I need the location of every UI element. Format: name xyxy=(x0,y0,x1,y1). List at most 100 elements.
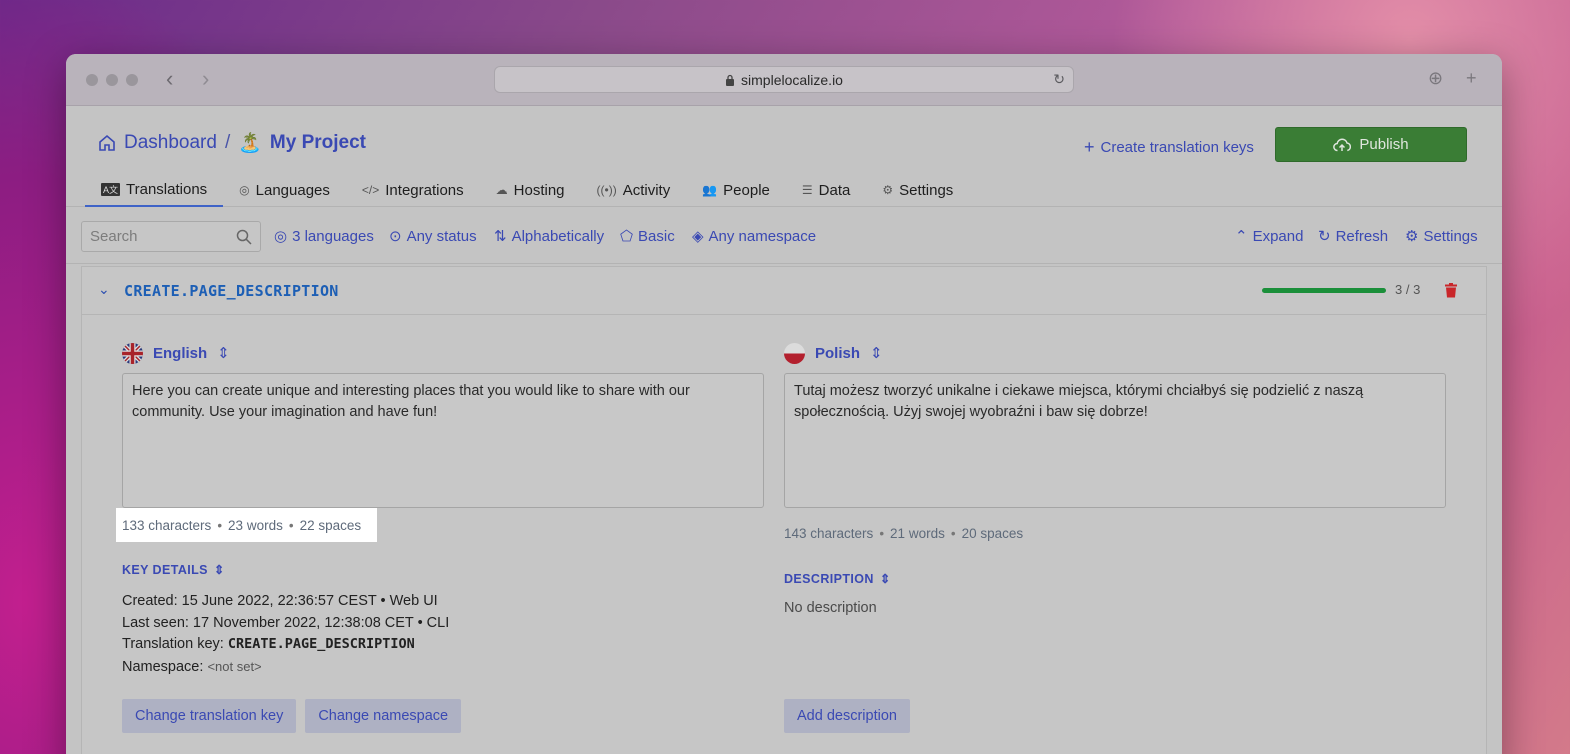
created-source: Web UI xyxy=(389,593,438,609)
tab-integrations[interactable]: </> Integrations xyxy=(346,173,480,207)
refresh-label: Refresh xyxy=(1335,227,1389,245)
translation-key-label: Translation key: xyxy=(122,636,224,652)
dot-separator: • xyxy=(879,525,885,541)
view-settings-button[interactable]: ⚙ Settings xyxy=(1405,227,1478,246)
add-description-button[interactable]: Add description xyxy=(784,699,910,733)
tab-label: Integrations xyxy=(385,181,464,199)
refresh-button[interactable]: ↻ Refresh xyxy=(1318,227,1389,246)
filter-label: Alphabetically xyxy=(511,227,605,245)
tab-activity[interactable]: ((•)) Activity xyxy=(581,173,687,207)
filter-label: Any namespace xyxy=(708,227,817,245)
key-row[interactable]: ⌄ CREATE.PAGE_DESCRIPTION 3 / 3 xyxy=(82,267,1486,315)
breadcrumb-project[interactable]: My Project xyxy=(270,132,366,154)
tab-data[interactable]: ☰ Data xyxy=(786,173,866,207)
key-actions: Change translation key Change namespace xyxy=(122,699,462,733)
polish-language-selector[interactable]: Polish ⇕ xyxy=(784,342,1446,364)
cloud-upload-icon xyxy=(1333,137,1352,151)
close-window-button[interactable] xyxy=(86,74,98,86)
polish-translation-textarea[interactable]: Tutaj możesz tworzyć unikalne i ciekawe … xyxy=(784,373,1446,508)
expand-button[interactable]: ⌃ Expand xyxy=(1235,227,1303,246)
breadcrumb-dashboard[interactable]: Dashboard xyxy=(124,132,217,154)
dot-separator: • xyxy=(380,593,390,609)
translation-key-line: Translation key: CREATE.PAGE_DESCRIPTION xyxy=(122,634,764,656)
chevron-updown-icon: ⇕ xyxy=(870,345,883,362)
dot-separator: • xyxy=(950,525,956,541)
tab-label: Hosting xyxy=(513,181,565,199)
polish-spaces: 20 spaces xyxy=(961,525,1024,541)
main-tabs: A文 Translations ◎ Languages </> Integrat… xyxy=(85,173,969,207)
chevron-down-icon[interactable]: ⌄ xyxy=(98,281,110,298)
globe-icon: ◎ xyxy=(239,183,250,197)
change-namespace-button[interactable]: Change namespace xyxy=(305,699,462,733)
filter-bar: Search ◎ 3 languages ⊙ Any status ⇅ Alph… xyxy=(66,207,1502,264)
search-placeholder: Search xyxy=(90,228,138,245)
tab-settings[interactable]: ⚙ Settings xyxy=(866,173,969,207)
created-line: Created: 15 June 2022, 22:36:57 CEST • W… xyxy=(122,591,764,613)
database-icon: ☰ xyxy=(801,183,813,197)
tab-people[interactable]: 👥 People xyxy=(686,173,786,207)
gear-icon: ⚙ xyxy=(1405,228,1419,245)
download-icon[interactable]: ⊕ xyxy=(1428,68,1443,89)
english-characters: 133 characters xyxy=(122,517,212,533)
tab-label: People xyxy=(723,181,770,199)
minimize-window-button[interactable] xyxy=(106,74,118,86)
zoom-window-button[interactable] xyxy=(126,74,138,86)
gear-icon: ⚙ xyxy=(882,183,894,197)
last-seen-text: Last seen: 17 November 2022, 12:38:08 CE… xyxy=(122,614,414,631)
create-keys-label: Create translation keys xyxy=(1100,139,1254,156)
create-translation-keys-button[interactable]: + Create translation keys xyxy=(1084,137,1254,158)
last-seen-source: CLI xyxy=(426,614,450,631)
home-icon xyxy=(99,134,115,151)
last-seen-line: Last seen: 17 November 2022, 12:38:08 CE… xyxy=(122,613,764,635)
forward-icon[interactable]: › xyxy=(202,68,209,90)
key-details-toggle[interactable]: KEY DETAILS ⇕ xyxy=(122,562,764,578)
browser-window: ‹ › simplelocalize.io ↻ ⊕ + Dashboard / … xyxy=(66,54,1502,754)
publish-button[interactable]: Publish xyxy=(1275,127,1467,162)
chevron-updown-icon: ⇕ xyxy=(879,572,891,586)
url-text: simplelocalize.io xyxy=(741,71,843,88)
polish-characters: 143 characters xyxy=(784,525,874,541)
browser-titlebar: ‹ › simplelocalize.io ↻ ⊕ + xyxy=(66,54,1502,106)
status-filter[interactable]: ⊙ Any status xyxy=(389,227,477,246)
english-column: English ⇕ Here you can create unique and… xyxy=(116,342,764,678)
namespace-label: Namespace: xyxy=(122,658,204,675)
translation-progress-bar xyxy=(1262,288,1386,293)
created-text: Created: 15 June 2022, 22:36:57 CEST xyxy=(122,593,377,609)
reload-icon[interactable]: ↻ xyxy=(1053,71,1065,88)
trash-icon[interactable] xyxy=(1445,283,1457,302)
namespace-filter[interactable]: ◈ Any namespace xyxy=(692,227,817,246)
tab-languages[interactable]: ◎ Languages xyxy=(223,173,346,207)
cloud-icon: ☁ xyxy=(495,183,508,197)
address-bar[interactable]: simplelocalize.io ↻ xyxy=(494,66,1074,93)
polish-column: Polish ⇕ Tutaj możesz tworzyć unikalne i… xyxy=(784,342,1446,616)
poland-flag-icon xyxy=(784,342,805,364)
tab-hosting[interactable]: ☁ Hosting xyxy=(480,173,581,207)
sort-filter[interactable]: ⇅ Alphabetically xyxy=(494,227,605,246)
english-translation-textarea[interactable]: Here you can create unique and interesti… xyxy=(122,373,764,508)
app-root: Dashboard / 🏝️ My Project + Create trans… xyxy=(66,107,1502,754)
app-header: Dashboard / 🏝️ My Project + Create trans… xyxy=(66,107,1502,207)
view-filter[interactable]: ⬠ Basic xyxy=(620,227,675,246)
description-actions: Add description xyxy=(784,699,910,733)
search-input[interactable]: Search xyxy=(81,221,261,252)
english-language-selector[interactable]: English ⇕ xyxy=(122,342,764,364)
dot-separator: • xyxy=(288,517,294,533)
search-icon xyxy=(236,229,252,245)
dot-separator: • xyxy=(417,614,427,631)
tab-label: Translations xyxy=(126,180,208,198)
plus-icon: + xyxy=(1084,137,1095,157)
languages-filter[interactable]: ◎ 3 languages xyxy=(274,227,374,246)
key-name[interactable]: CREATE.PAGE_DESCRIPTION xyxy=(124,282,339,300)
chevron-updown-icon: ⇕ xyxy=(213,563,225,577)
change-translation-key-button[interactable]: Change translation key xyxy=(122,699,297,733)
tab-translations[interactable]: A文 Translations xyxy=(85,173,224,207)
back-icon[interactable]: ‹ xyxy=(166,68,173,90)
filter-label: Any status xyxy=(406,227,477,245)
english-text-stats: 133 characters • 23 words • 22 spaces xyxy=(116,508,378,542)
description-toggle[interactable]: DESCRIPTION ⇕ xyxy=(784,571,1446,587)
uk-flag-icon xyxy=(122,342,143,364)
tab-label: Languages xyxy=(255,181,330,199)
tab-label: Activity xyxy=(622,181,671,199)
new-tab-icon[interactable]: + xyxy=(1466,68,1477,89)
breadcrumb: Dashboard / 🏝️ My Project xyxy=(98,131,366,155)
